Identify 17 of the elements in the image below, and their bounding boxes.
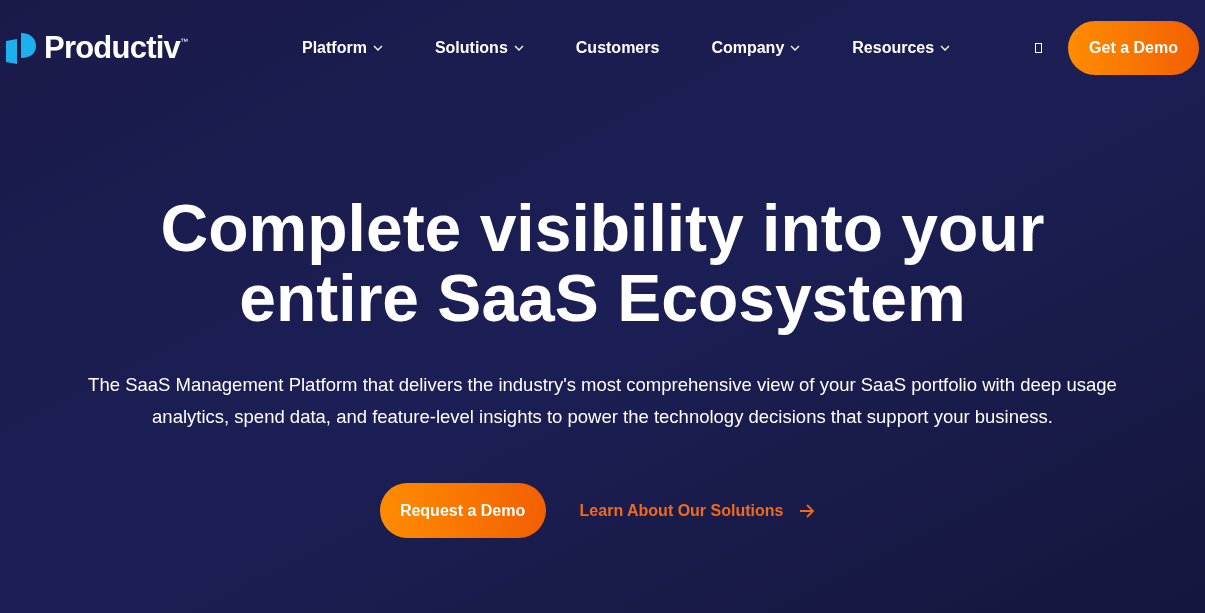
missing-glyph-icon[interactable]	[1035, 42, 1042, 53]
nav-link[interactable]: Platform	[296, 35, 389, 60]
nav-link[interactable]: Customers	[569, 35, 666, 60]
arrow-right-icon	[799, 503, 816, 518]
trademark-mark: ™	[180, 38, 188, 46]
hero-heading: Complete visibility into your	[160, 193, 1045, 263]
chevron-down-icon	[790, 44, 801, 51]
nav-link[interactable]: Company	[705, 35, 807, 60]
chevron-down-icon	[513, 44, 524, 51]
solutions-link[interactable]: Learn About Our Solutions	[579, 498, 816, 523]
logo-wordmark: Productiv	[44, 32, 180, 63]
chevron-down-icon	[940, 44, 951, 51]
hero-subtitle: The SaaS Management Platform that delivers the industry's most comprehensive view of your SaaS portfolio with deep usage analytics, spend data, and feature-level insights to power the technology decisions that support your business.	[87, 373, 1118, 429]
nav-link[interactable]: Solutions	[428, 35, 530, 60]
logo-icon	[6, 33, 36, 66]
chevron-down-icon	[372, 44, 383, 51]
nav-link[interactable]: Resources	[846, 35, 957, 60]
